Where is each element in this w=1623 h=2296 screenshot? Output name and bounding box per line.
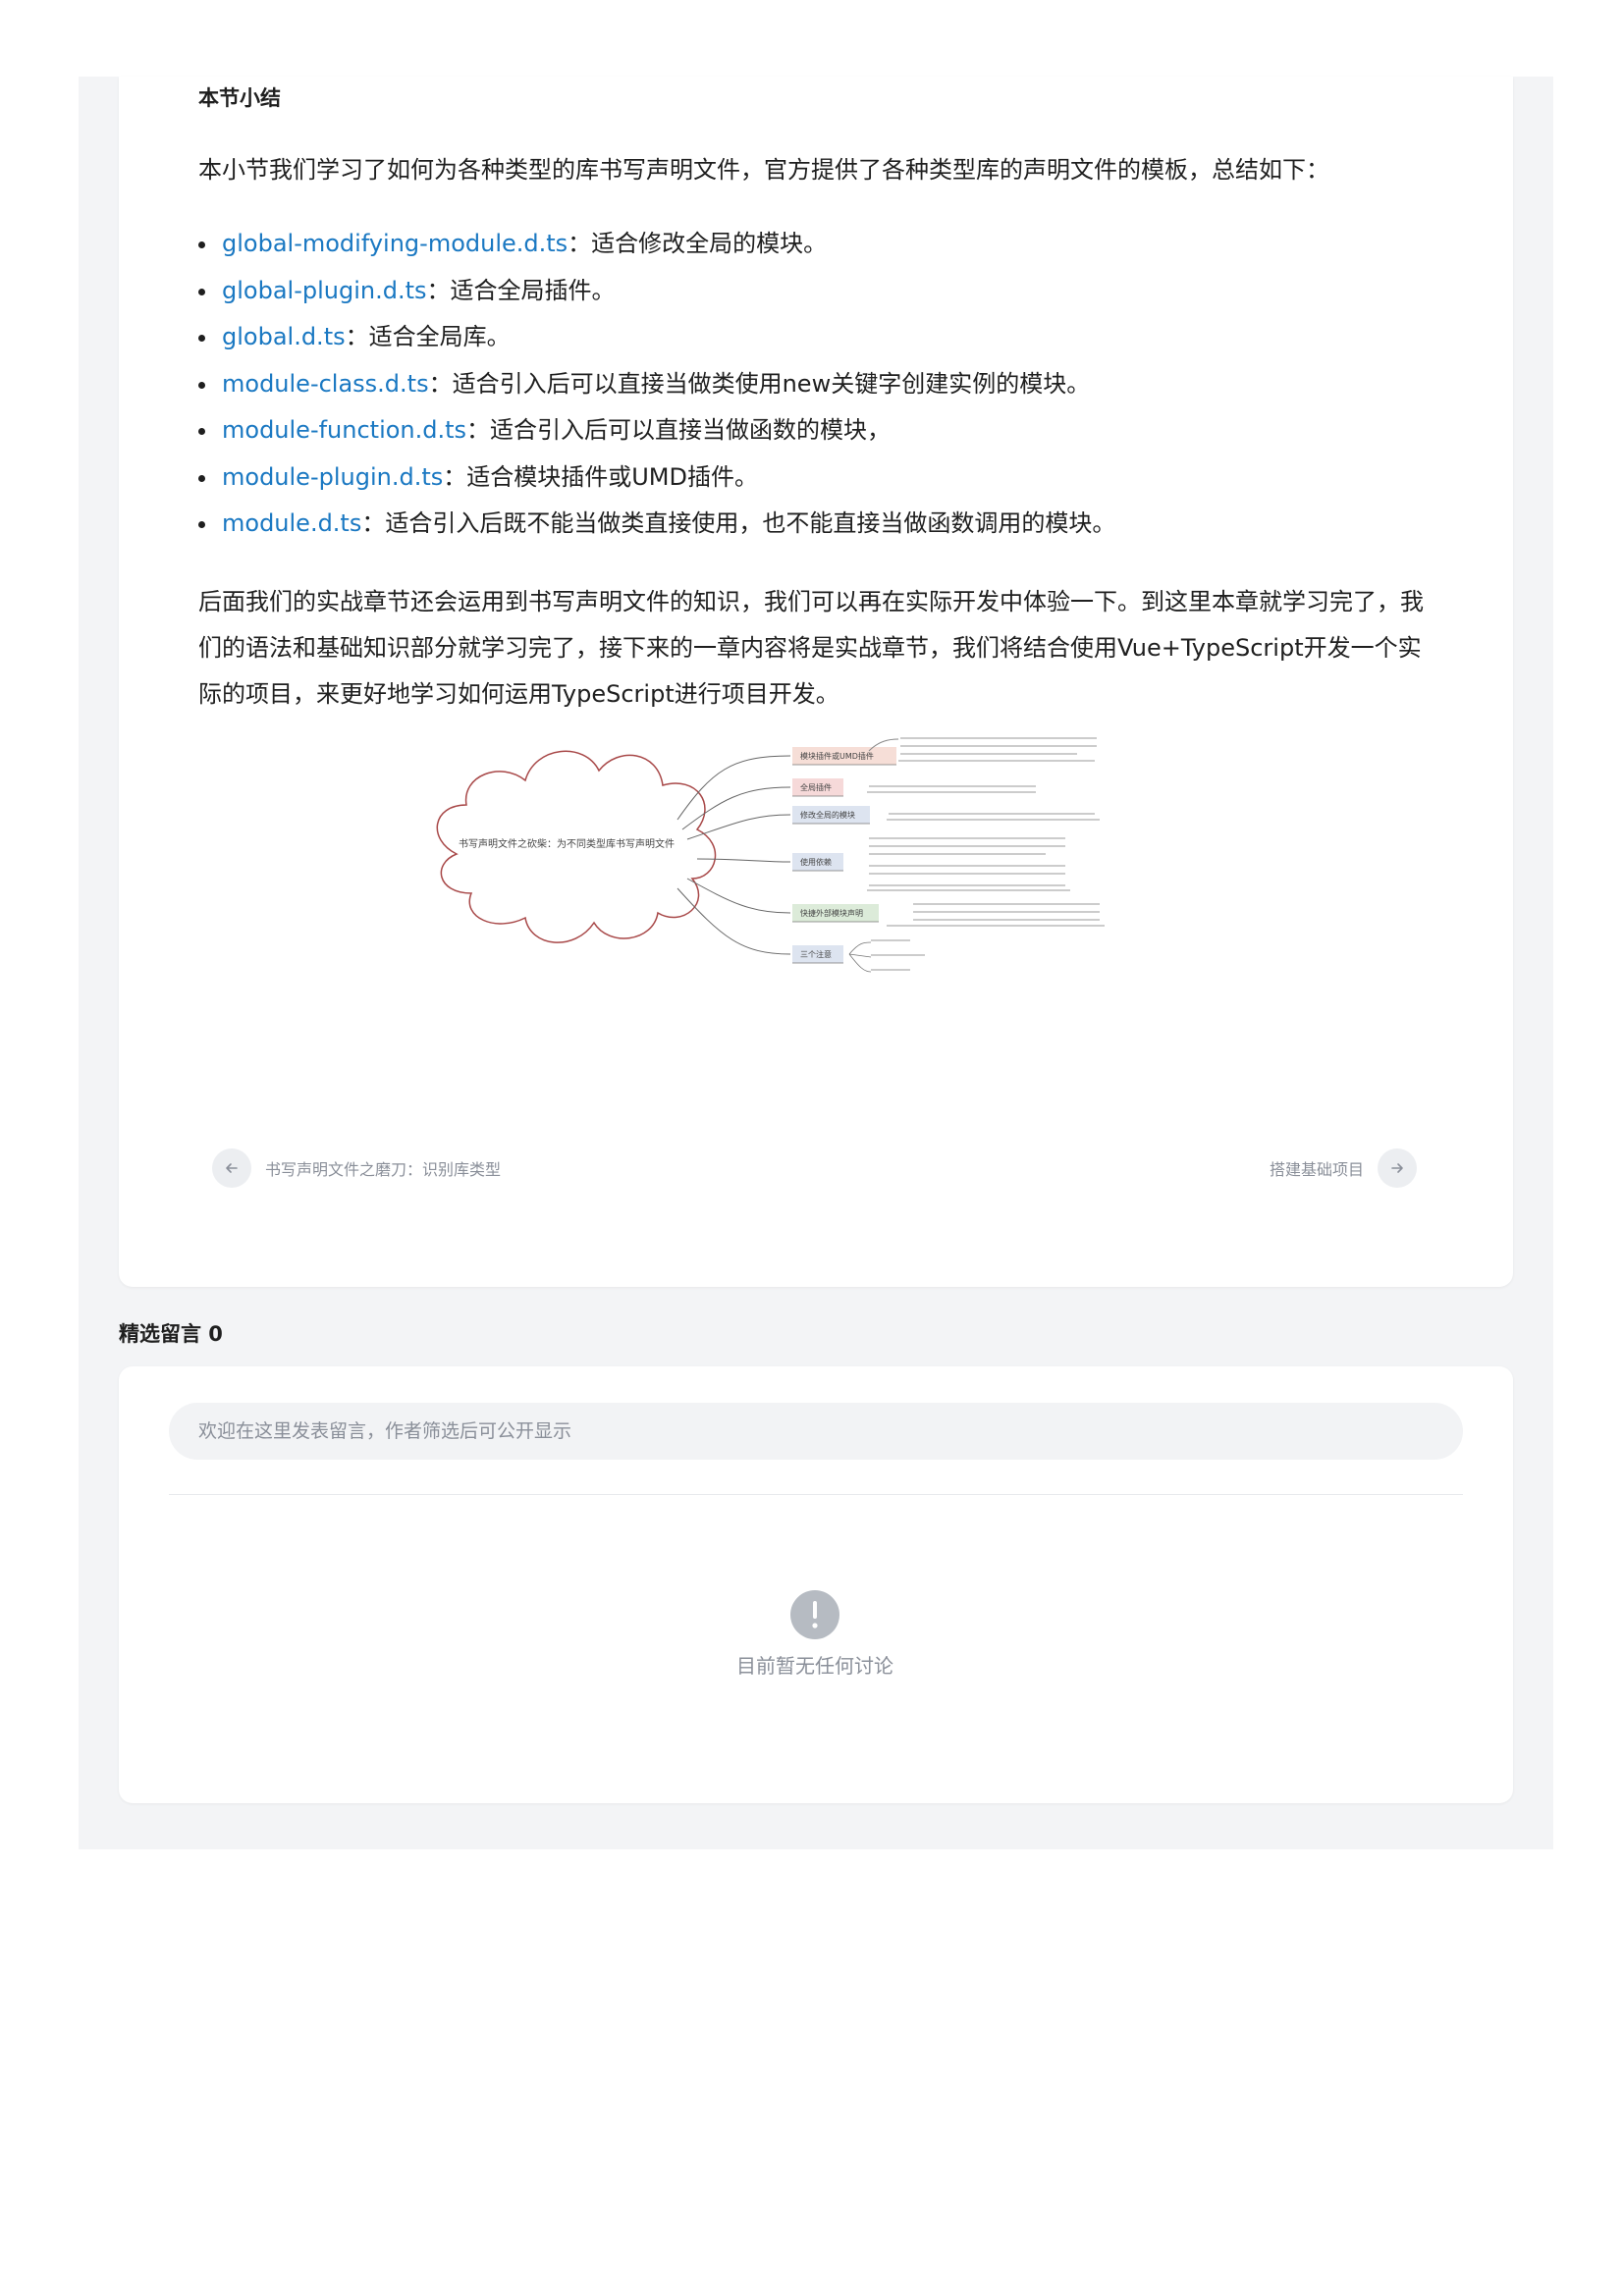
- mindmap-image: 书写声明文件之砍柴：为不同类型库书写声明文件 模块插件或UMD插件全局插件修改全…: [436, 737, 1105, 973]
- mindmap-branch-label: 全局插件: [800, 782, 832, 792]
- divider: [169, 1494, 1463, 1495]
- mindmap-branch-label: 快捷外部模块声明: [800, 908, 863, 918]
- template-list-item: module-plugin.d.ts：适合模块插件或UMD插件。: [192, 454, 1469, 502]
- section-heading: 本节小结: [198, 86, 281, 110]
- template-description: ：适合全局库。: [345, 323, 511, 350]
- template-description: ：适合引入后可以直接当做类使用new关键字创建实例的模块。: [428, 369, 1091, 398]
- mindmap-branch-label: 模块插件或UMD插件: [800, 751, 874, 761]
- template-link[interactable]: global-modifying-module.d.ts: [222, 230, 568, 257]
- prev-chapter-label: 书写声明文件之磨刀：识别库类型: [265, 1160, 502, 1179]
- bullet-dot: [198, 428, 205, 435]
- bullet-dot: [198, 474, 205, 482]
- template-list-item: global-plugin.d.ts：适合全局插件。: [192, 268, 1469, 315]
- template-list-item: module-function.d.ts：适合引入后可以直接当做函数的模块，: [192, 407, 1469, 454]
- mindmap-branch-label: 使用依赖: [800, 857, 832, 867]
- mindmap-branch-label: 三个注意: [800, 949, 832, 959]
- intro-paragraph: 本小节我们学习了如何为各种类型的库书写声明文件，官方提供了各种类型库的声明文件的…: [198, 156, 1329, 184]
- template-description: ：适合全局插件。: [426, 276, 616, 304]
- template-link[interactable]: module-class.d.ts: [222, 370, 429, 398]
- bullet-dot: [198, 521, 205, 528]
- template-list-item: global.d.ts：适合全局库。: [192, 314, 1469, 361]
- template-list-item: module.d.ts：适合引入后既不能当做类直接使用，也不能直接当做函数调用的…: [192, 501, 1469, 548]
- comments-title: 精选留言 0: [119, 1322, 223, 1346]
- bullet-dot: [198, 288, 205, 295]
- bullet-dot: [198, 241, 205, 248]
- template-link[interactable]: global.d.ts: [222, 323, 346, 350]
- template-description: ：适合模块插件或UMD插件。: [443, 462, 758, 491]
- next-chapter-link[interactable]: 搭建基础项目: [1270, 1148, 1417, 1188]
- bullet-dot: [198, 335, 205, 342]
- template-description: ：适合引入后既不能当做类直接使用，也不能直接当做函数调用的模块。: [361, 509, 1116, 537]
- template-link[interactable]: module.d.ts: [222, 509, 361, 537]
- exclamation-icon: [790, 1590, 839, 1639]
- empty-state-text: 目前暂无任何讨论: [736, 1654, 893, 1678]
- closing-paragraph: 后面我们的实战章节还会运用到书写声明文件的知识，我们可以再在实际开发中体验一下。…: [198, 588, 1424, 708]
- bullet-dot: [198, 381, 205, 389]
- template-description: ：适合修改全局的模块。: [568, 230, 828, 257]
- arrow-left-icon: [212, 1148, 251, 1188]
- template-list-item: global-modifying-module.d.ts：适合修改全局的模块。: [192, 221, 1469, 268]
- mindmap-root-label: 书写声明文件之砍柴：为不同类型库书写声明文件: [459, 837, 675, 850]
- template-link[interactable]: module-function.d.ts: [222, 416, 466, 444]
- mindmap-branch-label: 修改全局的模块: [800, 810, 855, 820]
- template-description: ：适合引入后可以直接当做函数的模块，: [466, 416, 892, 444]
- next-chapter-label: 搭建基础项目: [1269, 1160, 1364, 1179]
- prev-chapter-link[interactable]: 书写声明文件之磨刀：识别库类型: [212, 1148, 501, 1188]
- template-list-item: module-class.d.ts：适合引入后可以直接当做类使用new关键字创建…: [192, 361, 1469, 408]
- arrow-right-icon: [1378, 1148, 1417, 1188]
- comment-input[interactable]: [169, 1403, 1463, 1460]
- template-link[interactable]: global-plugin.d.ts: [222, 277, 427, 304]
- template-list: global-modifying-module.d.ts：适合修改全局的模块。 g…: [192, 221, 1469, 548]
- template-link[interactable]: module-plugin.d.ts: [222, 463, 443, 491]
